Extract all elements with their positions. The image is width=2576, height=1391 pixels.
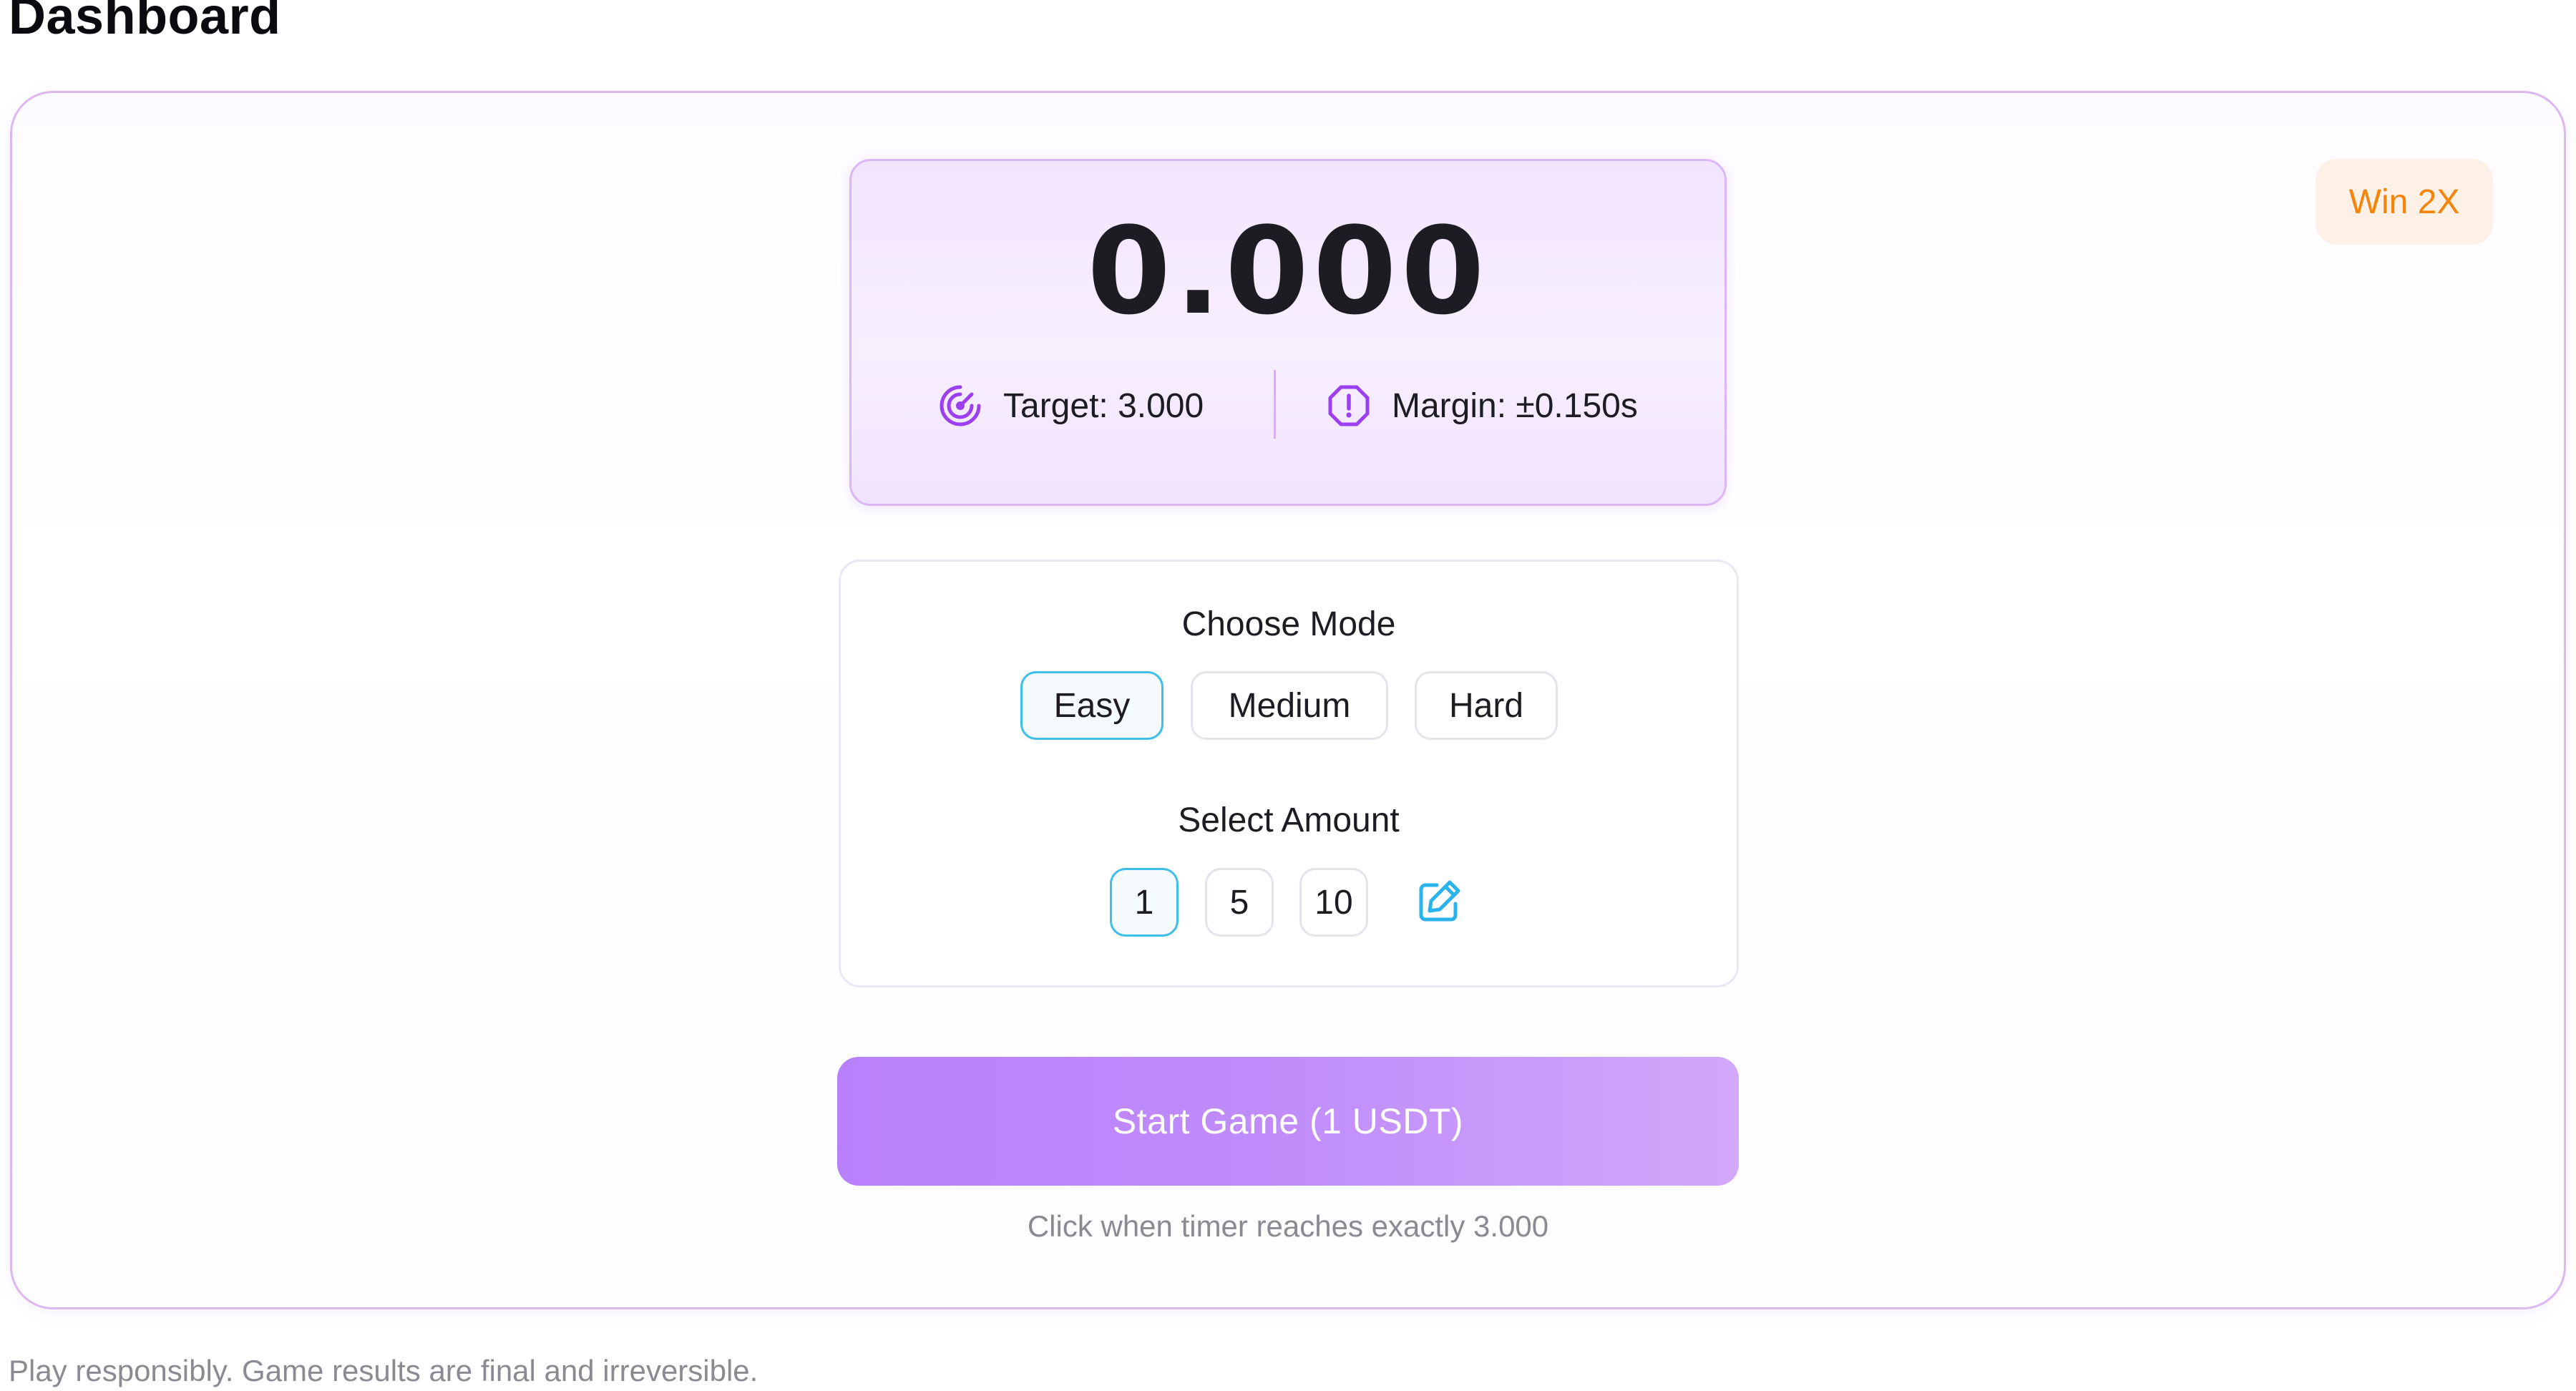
page-title: Dashboard — [9, 0, 281, 45]
timer-panel: 0.000 Target: 3.000 Margin: ±0.150s — [849, 159, 1727, 506]
select-amount-heading: Select Amount — [1178, 801, 1400, 839]
target-icon — [937, 383, 983, 429]
margin-stat: Margin: ±0.150s — [1326, 377, 1638, 434]
options-panel: Choose Mode Easy Medium Hard Select Amou… — [839, 560, 1739, 987]
amount-1-button[interactable]: 1 — [1110, 868, 1179, 937]
mode-medium-button[interactable]: Medium — [1191, 671, 1388, 740]
target-stat: Target: 3.000 — [937, 377, 1204, 434]
edit-icon[interactable] — [1415, 878, 1463, 925]
mode-easy-button[interactable]: Easy — [1020, 671, 1163, 740]
target-label: Target: 3.000 — [1003, 386, 1204, 425]
timer-hint: Click when timer reaches exactly 3.000 — [1027, 1209, 1549, 1243]
amount-5-button[interactable]: 5 — [1205, 868, 1274, 937]
choose-mode-heading: Choose Mode — [1181, 605, 1396, 643]
margin-label: Margin: ±0.150s — [1392, 386, 1638, 425]
timer-display: 0.000 — [1087, 201, 1489, 341]
stat-divider — [1274, 370, 1276, 439]
win-multiplier-badge: Win 2X — [2316, 159, 2493, 245]
start-game-button[interactable]: Start Game (1 USDT) — [837, 1057, 1739, 1186]
mode-hard-button[interactable]: Hard — [1415, 671, 1558, 740]
amount-10-button[interactable]: 10 — [1299, 868, 1368, 937]
disclaimer: Play responsibly. Game results are final… — [9, 1354, 758, 1387]
alert-octagon-icon — [1326, 383, 1372, 429]
